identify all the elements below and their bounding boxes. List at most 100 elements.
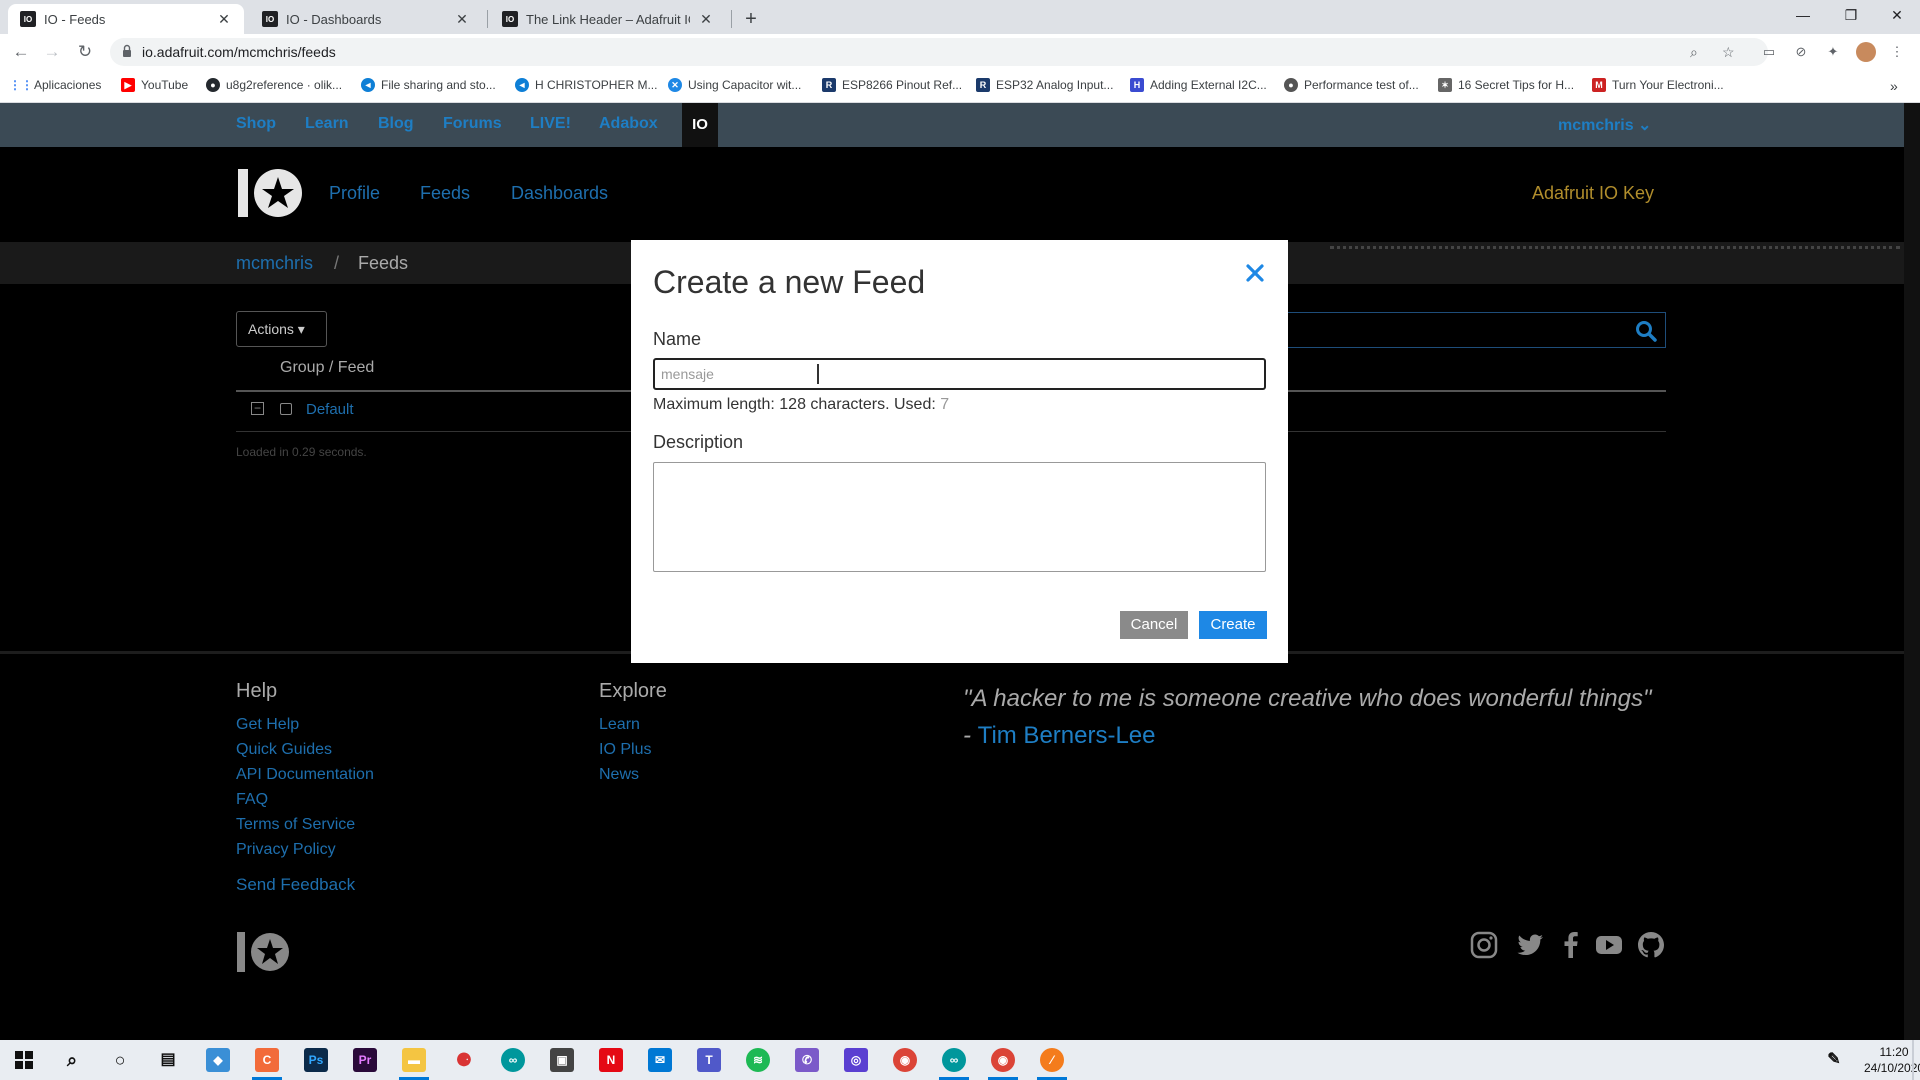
youtube-icon[interactable] <box>1594 930 1624 960</box>
close-tab-icon[interactable]: ✕ <box>454 11 470 28</box>
bookmark-performance[interactable]: ● Performance test of... <box>1284 78 1419 92</box>
cast-icon[interactable]: ▭ <box>1760 43 1778 61</box>
footer-link-get-help[interactable]: Get Help <box>236 716 299 734</box>
bookmark-external-i2c[interactable]: H Adding External I2C... <box>1130 78 1267 92</box>
nav-dashboards[interactable]: Dashboards <box>511 183 608 204</box>
nav-forums[interactable]: Forums <box>443 115 502 133</box>
new-tab-button[interactable]: + <box>738 6 764 32</box>
nav-live[interactable]: LIVE! <box>530 115 571 133</box>
bookmark-star-icon[interactable]: ☆ <box>1722 44 1735 61</box>
actions-dropdown-button[interactable]: Actions ▾ <box>236 311 327 347</box>
pen-icon[interactable]: ✎ <box>1822 1048 1846 1072</box>
bookmark-github[interactable]: ● u8g2reference · olik... <box>206 78 342 92</box>
bookmark-file-sharing[interactable]: ◄ File sharing and sto... <box>361 78 496 92</box>
forward-arrow-icon[interactable]: → <box>40 40 64 64</box>
browser-menu-icon[interactable]: ⋮ <box>1888 43 1906 61</box>
github-icon[interactable] <box>1636 930 1666 960</box>
arduino-icon[interactable]: ∞ <box>501 1048 525 1072</box>
whatsapp-icon[interactable]: ✆ <box>795 1048 819 1072</box>
file-explorer-icon[interactable]: ▬ <box>402 1048 426 1072</box>
nav-feeds[interactable]: Feeds <box>420 183 470 204</box>
adafruit-io-key-link[interactable]: Adafruit IO Key <box>1532 183 1654 204</box>
close-window-button[interactable]: ✕ <box>1874 0 1920 30</box>
premiere-icon[interactable]: Pr <box>353 1048 377 1072</box>
show-desktop-button[interactable] <box>1912 1040 1914 1080</box>
app-icon[interactable]: ⁄ <box>1040 1048 1064 1072</box>
footer-link-quick-guides[interactable]: Quick Guides <box>236 741 332 759</box>
quote-author-link[interactable]: Tim Berners-Lee <box>978 722 1156 749</box>
photoshop-icon[interactable]: Ps <box>304 1048 328 1072</box>
close-tab-icon[interactable]: ✕ <box>216 11 232 28</box>
feed-search-input[interactable] <box>1280 312 1666 348</box>
restore-window-button[interactable]: ❐ <box>1828 0 1874 30</box>
spotify-icon[interactable]: ≋ <box>746 1048 770 1072</box>
bookmark-christopher[interactable]: ◄ H CHRISTOPHER M... <box>515 78 657 92</box>
nav-learn[interactable]: Learn <box>305 115 349 133</box>
tab-io-feeds[interactable]: IO IO - Feeds ✕ <box>8 4 244 34</box>
app-icon[interactable]: C <box>255 1048 279 1072</box>
task-view-icon[interactable]: ▤ <box>156 1048 180 1072</box>
nav-io[interactable]: IO <box>682 103 718 147</box>
search-icon[interactable] <box>1635 320 1657 342</box>
zoom-icon[interactable]: ⌕ <box>1690 44 1698 61</box>
group-checkbox[interactable] <box>280 403 292 415</box>
reload-icon[interactable]: ↻ <box>73 40 97 64</box>
search-icon[interactable]: ⌕ <box>60 1048 84 1072</box>
close-icon[interactable] <box>1244 262 1266 284</box>
feed-description-textarea[interactable] <box>653 462 1266 572</box>
more-bookmarks-icon[interactable]: » <box>1890 78 1898 94</box>
bookmark-apps[interactable]: ⋮⋮ Aplicaciones <box>9 78 101 92</box>
windows-start-icon[interactable] <box>12 1048 36 1072</box>
user-menu[interactable]: mcmchris ⌄ <box>1558 115 1651 135</box>
netflix-icon[interactable]: N <box>599 1048 623 1072</box>
arduino-icon[interactable]: ∞ <box>942 1048 966 1072</box>
nav-adabox[interactable]: Adabox <box>599 115 658 133</box>
feed-name-input[interactable] <box>653 358 1266 390</box>
twitter-icon[interactable] <box>1515 930 1545 960</box>
close-tab-icon[interactable]: ✕ <box>698 11 714 28</box>
mail-icon[interactable]: ✉ <box>648 1048 672 1072</box>
bookmark-esp8266[interactable]: R ESP8266 Pinout Ref... <box>822 78 962 92</box>
adafruit-io-logo[interactable] <box>236 167 304 219</box>
extensions-puzzle-icon[interactable]: ✦ <box>1824 43 1842 61</box>
nav-shop[interactable]: Shop <box>236 115 276 133</box>
send-feedback-link[interactable]: Send Feedback <box>236 875 355 895</box>
bookmark-esp32[interactable]: R ESP32 Analog Input... <box>976 78 1113 92</box>
page-scrollbar[interactable] <box>1904 103 1920 1040</box>
bookmark-secret-tips[interactable]: ✶ 16 Secret Tips for H... <box>1438 78 1574 92</box>
nav-profile[interactable]: Profile <box>329 183 380 204</box>
bookmark-youtube[interactable]: ▶ YouTube <box>121 78 188 92</box>
chrome-icon[interactable]: ◉ <box>893 1048 917 1072</box>
footer-link-terms[interactable]: Terms of Service <box>236 816 355 834</box>
collapse-group-icon[interactable]: − <box>251 402 264 415</box>
tab-io-dashboards[interactable]: IO IO - Dashboards ✕ <box>250 4 482 34</box>
app-icon[interactable]: ⚈ <box>452 1048 476 1072</box>
store-icon[interactable]: ▣ <box>550 1048 574 1072</box>
cortana-icon[interactable]: ○ <box>108 1048 132 1072</box>
block-icon[interactable]: ⊘ <box>1792 43 1810 61</box>
tab-link-header[interactable]: IO The Link Header – Adafruit IO AP ✕ <box>490 4 726 34</box>
group-default-link[interactable]: Default <box>306 401 354 418</box>
facebook-icon[interactable] <box>1556 930 1586 960</box>
footer-link-faq[interactable]: FAQ <box>236 791 268 809</box>
chrome-icon[interactable]: ◉ <box>991 1048 1015 1072</box>
footer-link-learn[interactable]: Learn <box>599 716 640 734</box>
breadcrumb-user[interactable]: mcmchris <box>236 253 313 274</box>
nav-blog[interactable]: Blog <box>378 115 414 133</box>
profile-avatar[interactable] <box>1856 42 1876 62</box>
create-button[interactable]: Create <box>1199 611 1267 639</box>
footer-link-io-plus[interactable]: IO Plus <box>599 741 651 759</box>
footer-link-news[interactable]: News <box>599 766 639 784</box>
app-icon[interactable]: ◆ <box>206 1048 230 1072</box>
minimize-window-button[interactable]: — <box>1780 0 1826 30</box>
bookmark-turn-your-electronics[interactable]: M Turn Your Electroni... <box>1592 78 1724 92</box>
cancel-button[interactable]: Cancel <box>1120 611 1188 639</box>
footer-link-privacy[interactable]: Privacy Policy <box>236 841 336 859</box>
back-arrow-icon[interactable]: ← <box>9 40 33 64</box>
teams-icon[interactable]: T <box>697 1048 721 1072</box>
bookmark-capacitor[interactable]: ✕ Using Capacitor wit... <box>668 78 801 92</box>
app-icon[interactable]: ◎ <box>844 1048 868 1072</box>
instagram-icon[interactable] <box>1469 930 1499 960</box>
footer-link-api-docs[interactable]: API Documentation <box>236 766 374 784</box>
column-header-group-feed[interactable]: Group / Feed <box>280 359 374 377</box>
